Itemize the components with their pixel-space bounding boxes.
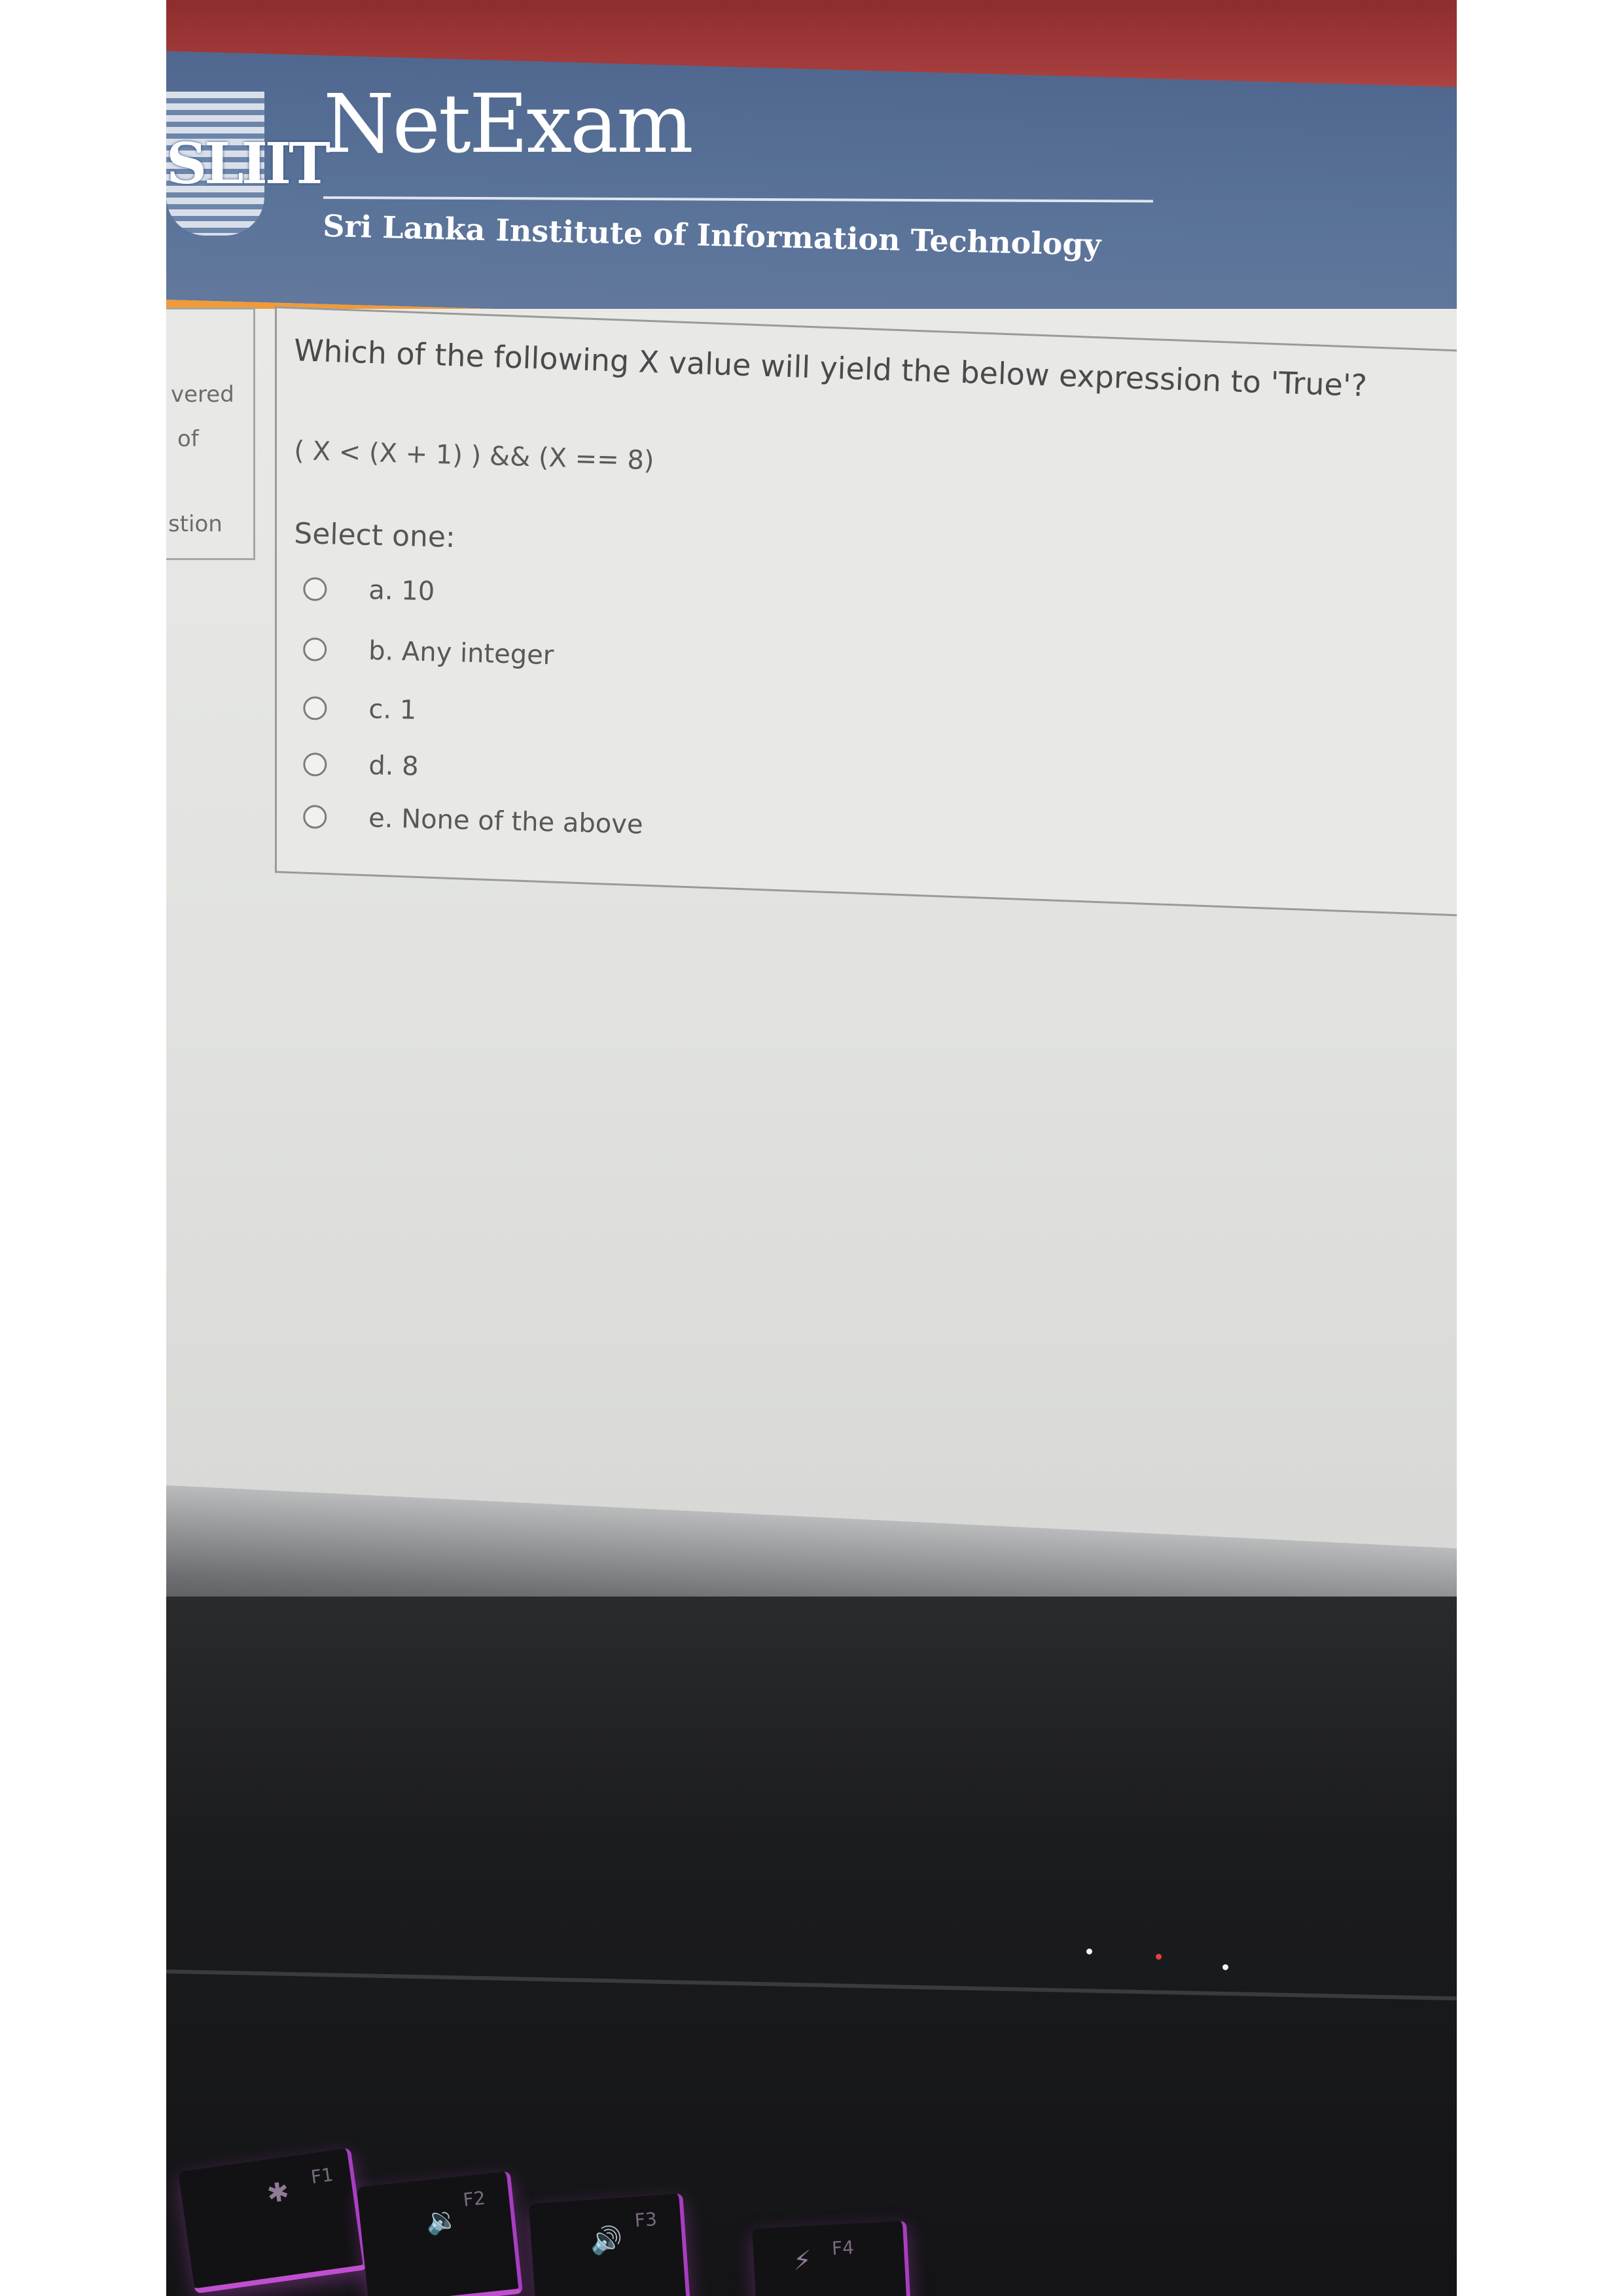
app-title: NetExam	[323, 77, 694, 171]
volume-down-icon: 🔉	[424, 2203, 460, 2237]
volume-up-icon: 🔊	[589, 2224, 624, 2257]
radio-button-icon[interactable]	[302, 576, 327, 601]
key-label: F3	[633, 2208, 658, 2232]
key-label: F2	[462, 2187, 487, 2211]
info-flag-question-text: stion	[168, 511, 223, 537]
select-one-label: Select one:	[293, 517, 456, 555]
answer-option-label: d. 8	[368, 751, 419, 782]
answer-option-e[interactable]: e. None of the above	[302, 797, 644, 845]
radio-button-icon[interactable]	[302, 696, 327, 720]
laptop-sticker	[166, 1551, 251, 1616]
status-led-icon	[1086, 1949, 1092, 1954]
answer-option-c[interactable]: c. 1	[302, 688, 417, 730]
logo-text: SLIIT	[166, 131, 330, 197]
key-label: F4	[831, 2236, 855, 2259]
key-f1[interactable]: F1 ✱	[178, 2147, 368, 2294]
radio-button-icon[interactable]	[302, 637, 327, 662]
keyboard-backlight-icon: ✱	[265, 2176, 291, 2210]
answer-option-label: b. Any integer	[368, 635, 554, 671]
info-marks-text: of	[177, 426, 199, 452]
answer-option-label: a. 10	[368, 575, 435, 607]
info-answered-text: vered	[171, 381, 234, 408]
key-f4[interactable]: F4 ⚡	[752, 2220, 913, 2296]
radio-button-icon[interactable]	[302, 752, 327, 777]
question-info-panel: vered of stion	[166, 308, 255, 560]
sliit-logo: SLIIT	[166, 92, 330, 236]
key-label: F1	[310, 2163, 335, 2189]
answer-option-label: e. None of the above	[368, 803, 644, 840]
power-mode-icon: ⚡	[792, 2245, 813, 2277]
status-led-icon	[1222, 1964, 1228, 1970]
answer-option-label: c. 1	[368, 694, 417, 726]
key-f3[interactable]: F3 🔊	[528, 2193, 692, 2296]
status-led-icon	[1156, 1954, 1162, 1960]
answer-option-a[interactable]: a. 10	[302, 569, 435, 611]
key-f2[interactable]: F2 🔉	[356, 2171, 524, 2296]
radio-button-icon[interactable]	[302, 804, 327, 829]
photo-frame: SLIIT NetExam Sri Lanka Institute of Inf…	[166, 0, 1457, 2296]
answer-option-b[interactable]: b. Any integer	[302, 629, 554, 675]
answer-option-d[interactable]: d. 8	[302, 745, 419, 786]
